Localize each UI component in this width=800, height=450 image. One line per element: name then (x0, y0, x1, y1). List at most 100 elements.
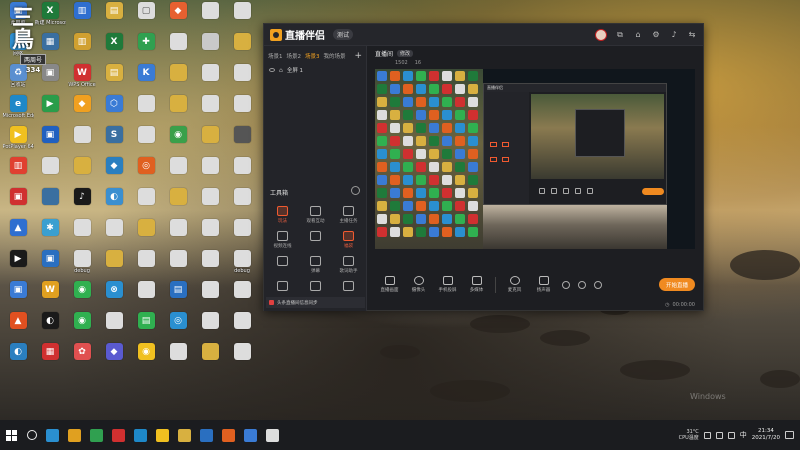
desktop-icon[interactable] (226, 93, 258, 124)
toolbox-settings-icon[interactable] (351, 186, 360, 195)
scene-tab[interactable]: 场景3 (305, 52, 320, 60)
stream-preview[interactable]: 直播伴侣 (375, 69, 695, 249)
toolbox-item[interactable]: 视频连线 (266, 228, 299, 253)
desktop-icon[interactable] (194, 279, 226, 310)
toolbox-item[interactable] (266, 253, 299, 278)
desktop-icon[interactable] (34, 155, 66, 186)
toolbox-item[interactable]: 主播任务 (332, 203, 365, 228)
scene-tab[interactable]: 我的场景 (324, 52, 346, 60)
desktop-icon[interactable] (130, 248, 162, 279)
user-avatar[interactable] (595, 28, 607, 41)
desktop-icon[interactable] (130, 186, 162, 217)
desktop-icon[interactable]: ▤ (98, 0, 130, 31)
taskbar-app-icon[interactable] (178, 428, 191, 442)
desktop-icon[interactable]: X (98, 31, 130, 62)
desktop-icon[interactable] (66, 124, 98, 155)
weather-widget[interactable]: 31°C CPU温度 (679, 429, 699, 441)
desktop-icon[interactable]: ▣ (34, 124, 66, 155)
desktop-icon[interactable] (194, 155, 226, 186)
desktop-icon[interactable]: K (130, 62, 162, 93)
desktop-icon[interactable] (194, 310, 226, 341)
desktop-icon[interactable] (194, 248, 226, 279)
search-icon[interactable] (27, 430, 37, 440)
share-icon[interactable]: ⇆ (687, 30, 697, 40)
taskbar-app-icon[interactable] (112, 428, 125, 442)
desktop-icon[interactable]: debug (66, 248, 98, 279)
scene-tab[interactable]: 场景1 (268, 52, 283, 60)
desktop-icon[interactable] (226, 341, 258, 372)
desktop-icon[interactable] (130, 217, 162, 248)
desktop-icon[interactable]: ◐ (34, 310, 66, 341)
desktop-icon[interactable] (194, 0, 226, 31)
desktop-icon[interactable] (98, 310, 130, 341)
desktop-icon[interactable]: ▥ (66, 31, 98, 62)
desktop-icon[interactable] (98, 248, 130, 279)
control-button[interactable]: 扬声器 (529, 276, 558, 293)
version-pill[interactable]: 测试 (333, 29, 354, 40)
desktop-icon[interactable] (34, 186, 66, 217)
desktop-icon[interactable]: ◎ (162, 310, 194, 341)
desktop-icon[interactable]: ♪ (66, 186, 98, 217)
desktop-icon[interactable]: ◎ (130, 155, 162, 186)
desktop-icon[interactable]: ◉ (162, 124, 194, 155)
desktop-icon[interactable] (98, 217, 130, 248)
desktop-icon[interactable]: ▲ (2, 310, 34, 341)
desktop-icon[interactable] (226, 62, 258, 93)
taskbar-app-icon[interactable] (244, 428, 257, 442)
volume-icon[interactable] (727, 431, 735, 439)
clock[interactable]: 21:34 2021/7/20 (752, 428, 780, 442)
desktop-icon[interactable]: ◉ (66, 310, 98, 341)
desktop-icon[interactable]: ▶ (2, 248, 34, 279)
desktop-icon[interactable]: ▶PotPlayer 64 bit (2, 124, 34, 155)
taskbar-app-icon[interactable] (200, 428, 213, 442)
desktop-icon[interactable] (130, 279, 162, 310)
desktop-icon[interactable]: debug (226, 248, 258, 279)
desktop-icon[interactable] (194, 62, 226, 93)
desktop-icon[interactable] (162, 217, 194, 248)
taskbar-app-icon[interactable] (90, 428, 103, 442)
desktop-icon[interactable] (194, 124, 226, 155)
desktop-icon[interactable]: ▤ (98, 62, 130, 93)
scene-source-item[interactable]: ⌂ 全屏 1 (264, 62, 366, 78)
desktop-icon[interactable] (226, 155, 258, 186)
toolbox-item[interactable]: 玩法 (266, 203, 299, 228)
bell-icon[interactable]: ♪ (669, 30, 679, 40)
desktop-icon[interactable]: ▥ (66, 0, 98, 31)
desktop-icon[interactable] (226, 0, 258, 31)
desktop-icon[interactable] (162, 93, 194, 124)
desktop-icon[interactable]: S (98, 124, 130, 155)
desktop-icon[interactable] (226, 217, 258, 248)
control-button[interactable]: 多媒体 (462, 276, 491, 293)
desktop-icon[interactable] (162, 155, 194, 186)
taskbar-app-icon[interactable] (222, 428, 235, 442)
desktop-icon[interactable]: ▣ (34, 248, 66, 279)
taskbar-app-icon[interactable] (46, 428, 59, 442)
desktop-icon[interactable]: ◆ (98, 341, 130, 372)
control-button[interactable]: 摄像头 (404, 276, 433, 293)
desktop-icon[interactable] (194, 31, 226, 62)
desktop-icon[interactable]: ▤ (162, 279, 194, 310)
desktop-icon[interactable]: ⬡ (98, 93, 130, 124)
toolbox-item[interactable]: 福袋 (332, 228, 365, 253)
taskbar-app-icon[interactable] (134, 428, 147, 442)
eye-icon[interactable] (578, 280, 586, 289)
desktop-icon[interactable] (130, 93, 162, 124)
add-scene-icon[interactable]: + (354, 51, 362, 61)
desktop-icon[interactable]: ✱ (34, 217, 66, 248)
desktop-icon[interactable] (194, 93, 226, 124)
chevron-up-icon[interactable] (703, 431, 711, 439)
taskbar-app-icon[interactable] (156, 428, 169, 442)
desktop-icon[interactable] (66, 155, 98, 186)
input-method-indicator[interactable]: 中 (740, 430, 747, 440)
desktop-icon[interactable] (66, 217, 98, 248)
desktop-icon[interactable] (162, 248, 194, 279)
desktop-icon[interactable]: ◆ (66, 93, 98, 124)
control-button[interactable]: 麦克风 (500, 276, 529, 293)
desktop-icon[interactable]: ▦ (34, 341, 66, 372)
toolbox-item[interactable] (299, 228, 332, 253)
start-button[interactable] (6, 429, 17, 441)
desktop-icon[interactable]: ▶ (34, 93, 66, 124)
desktop-icon[interactable]: ◐ (98, 186, 130, 217)
desktop-icon[interactable] (226, 31, 258, 62)
desktop-icon[interactable]: ◉ (66, 279, 98, 310)
